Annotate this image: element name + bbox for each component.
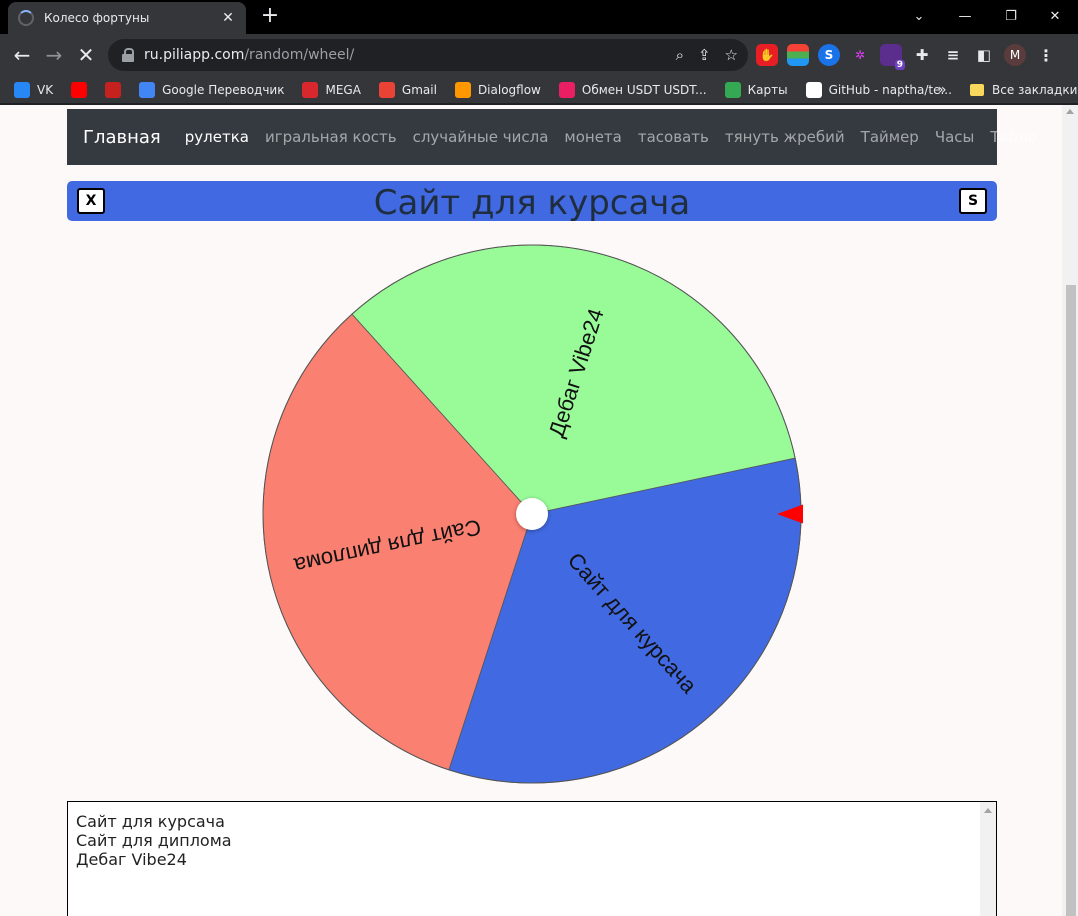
search-icon[interactable]: ⌕ — [676, 46, 684, 64]
entries-scrollbar[interactable] — [980, 802, 996, 916]
restore-button[interactable]: ❐ — [988, 0, 1034, 32]
browser-toolbar: ← → ✕ ru.piliapp.com/random/wheel/ ⌕ ⇪ ☆… — [0, 34, 1078, 76]
site-navbar: Главная рулетка игральная кость случайные … — [67, 109, 1037, 165]
nav-link[interactable]: тянуть жребий — [725, 128, 845, 146]
browser-titlebar: Колесо фортуны ✕ + ⌄ — ❐ ✕ — [0, 0, 1078, 34]
fortune-wheel[interactable]: Сайт для курсачаСайт для дипломаДебаг Vi… — [261, 243, 803, 785]
bookmark-label: VK — [37, 82, 54, 97]
web-page: Главная рулетка игральная кость случайные … — [0, 105, 1078, 916]
tab-title: Колесо фортуны — [44, 11, 150, 25]
bookmark-label: Карты — [747, 82, 788, 97]
address-bar[interactable]: ru.piliapp.com/random/wheel/ ⌕ ⇪ ☆ — [108, 39, 748, 71]
bookmark-favicon-icon — [805, 81, 822, 98]
site-brand-link[interactable]: Главная — [83, 127, 161, 148]
extension-colorful-icon[interactable]: ✲ — [849, 44, 871, 66]
new-tab-button[interactable]: + — [256, 4, 284, 30]
all-bookmarks-button[interactable]: Все закладки — [970, 76, 1077, 104]
close-window-button[interactable]: ✕ — [1032, 0, 1078, 32]
extension-box-icon[interactable]: 9 — [880, 44, 905, 70]
nav-link[interactable]: Табло — [990, 128, 1036, 146]
bookmark-label: Dialogflow — [477, 82, 541, 97]
bookmark-label: Обмен USDT USDT... — [581, 82, 707, 97]
bookmark-favicon-icon — [302, 81, 319, 98]
bookmark-item[interactable]: Google Переводчик — [139, 81, 285, 98]
bookmark-item[interactable] — [105, 81, 122, 98]
bookmarks-bar: VK Google Переводчик MEGA Gmail Dialogflow Об… — [0, 76, 1078, 104]
all-bookmarks-label: Все закладки — [992, 83, 1078, 97]
nav-link[interactable]: игральная кость — [265, 128, 397, 146]
bookmark-favicon-icon — [378, 81, 395, 98]
extension-google-icon[interactable] — [787, 44, 809, 66]
bookmark-label: MEGA — [325, 82, 361, 97]
bookmark-item[interactable]: Dialogflow — [454, 81, 541, 98]
wheel-hub[interactable] — [516, 498, 548, 530]
lock-icon[interactable] — [122, 48, 134, 62]
side-panel-icon[interactable]: ◧ — [973, 44, 995, 66]
entry-line: Дебаг Vibe24 — [76, 850, 187, 869]
extension-shazam-icon[interactable]: S — [818, 44, 840, 66]
share-icon[interactable]: ⇪ — [698, 46, 711, 64]
url-host: ru.piliapp.com — [144, 47, 245, 63]
bookmark-label: Gmail — [401, 82, 437, 97]
extensions-puzzle-icon[interactable]: ✚ — [911, 44, 933, 66]
nav-link[interactable]: Таймер — [861, 128, 919, 146]
browser-menu-icon[interactable]: ⋮ — [1035, 44, 1057, 66]
tab-close-icon[interactable]: ✕ — [220, 10, 236, 26]
scroll-up-arrow-icon[interactable] — [1066, 109, 1074, 114]
nav-link[interactable]: случайные числа — [413, 128, 549, 146]
nav-link[interactable]: Часы — [935, 128, 975, 146]
tab-search-icon[interactable]: ⌄ — [896, 0, 942, 32]
wheel-result-title: Сайт для курсача — [373, 183, 691, 223]
bookmark-star-icon[interactable]: ☆ — [725, 46, 738, 64]
minimize-button[interactable]: — — [942, 0, 988, 32]
loading-spinner-icon — [18, 10, 34, 26]
settings-panel-button[interactable]: S — [959, 188, 987, 214]
bookmark-item[interactable] — [71, 81, 88, 98]
page-scroll-thumb[interactable] — [1066, 285, 1076, 916]
profile-avatar[interactable]: M — [1004, 44, 1026, 66]
bookmark-item[interactable]: Карты — [724, 81, 788, 98]
browser-tab[interactable]: Колесо фортуны ✕ — [8, 2, 246, 34]
wheel-title-bar: X Сайт для курсача S — [67, 181, 997, 223]
bookmark-favicon-icon — [454, 81, 471, 98]
entries-textarea[interactable]: Сайт для курсача Сайт для диплома Дебаг Vi… — [67, 801, 997, 916]
back-button[interactable]: ← — [8, 41, 36, 69]
bookmark-favicon-icon — [558, 81, 575, 98]
bookmark-favicon-icon — [139, 81, 156, 98]
bookmarks-overflow-icon[interactable]: » — [938, 76, 947, 104]
media-control-icon[interactable]: ≡ — [942, 44, 964, 66]
entry-line: Сайт для курсача — [76, 812, 225, 831]
forward-button[interactable]: → — [40, 41, 68, 69]
bookmark-favicon-icon — [71, 81, 88, 98]
bookmark-item[interactable]: Gmail — [378, 81, 437, 98]
bookmark-item[interactable]: VK — [14, 81, 54, 98]
stop-loading-button[interactable]: ✕ — [72, 41, 100, 69]
nav-link[interactable]: монета — [564, 128, 621, 146]
bookmark-item[interactable]: MEGA — [302, 81, 361, 98]
page-scrollbar[interactable] — [1062, 105, 1078, 916]
nav-link[interactable]: тасовать — [638, 128, 709, 146]
bookmark-favicon-icon — [105, 81, 122, 98]
extension-adblock-icon[interactable]: ✋ — [756, 44, 778, 66]
bookmark-label: Google Переводчик — [162, 82, 285, 97]
entries-list: Сайт для курсача Сайт для диплома Дебаг Vi… — [68, 802, 996, 869]
bookmark-item[interactable]: Обмен USDT USDT... — [558, 81, 707, 98]
bookmark-item[interactable]: GitHub - naptha/te... — [805, 81, 952, 98]
bookmark-favicon-icon — [724, 81, 741, 98]
entry-line: Сайт для диплома — [76, 831, 232, 850]
url-path: /random/wheel/ — [244, 47, 355, 63]
bookmark-favicon-icon — [14, 81, 30, 98]
nav-link[interactable]: рулетка — [185, 128, 249, 146]
folder-icon — [970, 84, 984, 96]
bookmark-label: GitHub - naptha/te... — [828, 82, 952, 97]
